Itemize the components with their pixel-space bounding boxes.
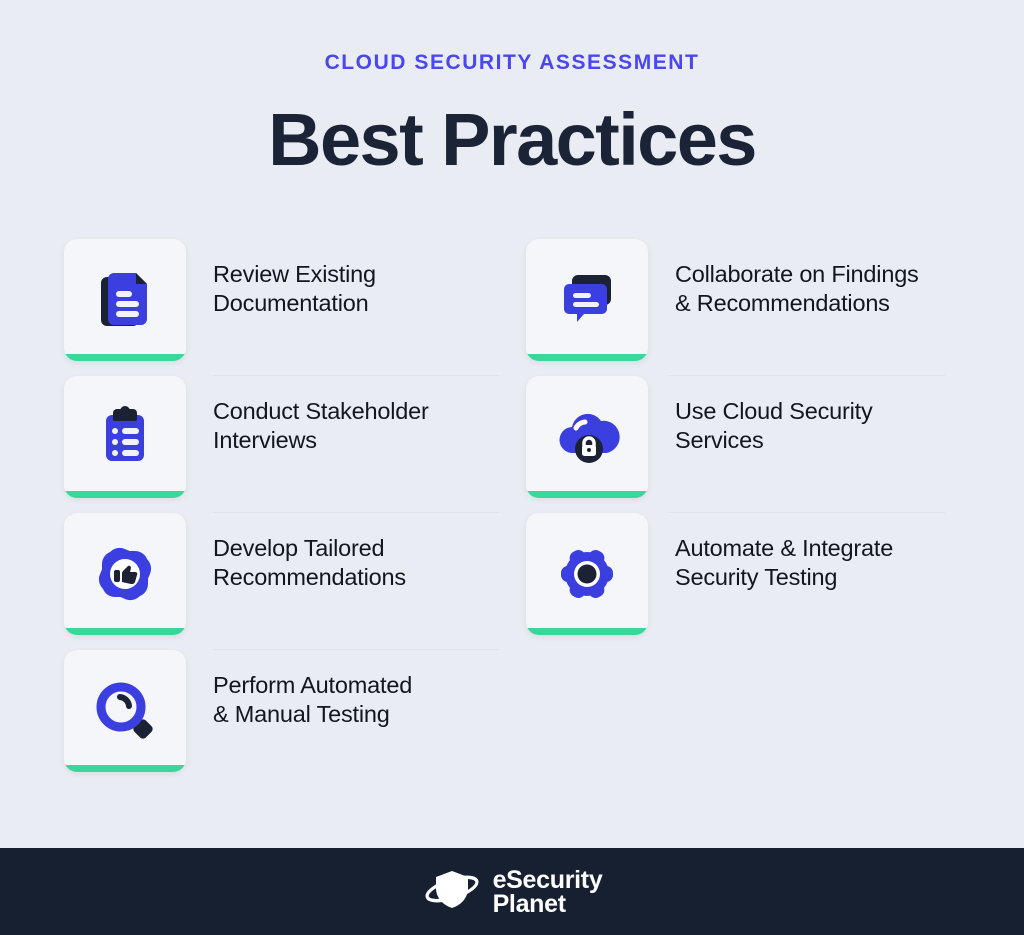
list-item-label-line2: Recommendations xyxy=(213,564,406,590)
icon-card-chat xyxy=(526,239,648,361)
card-accent-bar xyxy=(64,628,186,635)
brand-logo-text: eSecurity Planet xyxy=(492,865,603,918)
cloud-lock-icon xyxy=(551,401,623,473)
list-item-label: Collaborate on Findings & Recommendation… xyxy=(675,239,919,318)
list-item-label: Conduct Stakeholder Interviews xyxy=(213,376,429,455)
brand-logo-line2: Planet xyxy=(492,889,567,918)
chat-bubbles-icon xyxy=(551,264,623,336)
list-item-label-line2: Services xyxy=(675,427,764,453)
list-item: Collaborate on Findings & Recommendation… xyxy=(526,239,960,376)
icon-card-badge xyxy=(64,513,186,635)
badge-thumbs-up-icon xyxy=(89,538,161,610)
icon-card-documents xyxy=(64,239,186,361)
list-item: Develop Tailored Recommendations xyxy=(64,513,526,650)
list-item-label-line1: Use Cloud Security xyxy=(675,398,873,424)
list-item: Review Existing Documentation xyxy=(64,239,526,376)
shield-planet-icon xyxy=(422,867,482,916)
list-item-label-line2: Security Testing xyxy=(675,564,838,590)
list-item-label: Use Cloud Security Services xyxy=(675,376,873,455)
list-item-label-line1: Perform Automated xyxy=(213,672,413,698)
list-item-label: Automate & Integrate Security Testing xyxy=(675,513,893,592)
card-accent-bar xyxy=(526,354,648,361)
brand-logo-line1: eSecurity xyxy=(492,865,603,894)
eyebrow-text: CLOUD SECURITY ASSESSMENT xyxy=(324,51,700,74)
header: CLOUD SECURITY ASSESSMENT Best Practices xyxy=(0,0,1024,177)
list-item: Automate & Integrate Security Testing xyxy=(526,513,960,650)
card-accent-bar xyxy=(64,765,186,772)
icon-card-magnifier xyxy=(64,650,186,772)
list-item: Use Cloud Security Services xyxy=(526,376,960,513)
list-item-label-line2: & Recommendations xyxy=(675,290,890,316)
card-accent-bar xyxy=(526,628,648,635)
icon-card-gear xyxy=(526,513,648,635)
left-column: Review Existing Documentation Conduct St… xyxy=(64,239,526,787)
list-item-label-line2: Documentation xyxy=(213,290,369,316)
gear-icon xyxy=(551,538,623,610)
list-item-label-line1: Develop Tailored xyxy=(213,535,385,561)
list-item-label-line2: Interviews xyxy=(213,427,317,453)
documents-icon xyxy=(89,264,161,336)
list-item-label: Perform Automated & Manual Testing xyxy=(213,650,412,729)
list-item-label: Develop Tailored Recommendations xyxy=(213,513,406,592)
magnifier-icon xyxy=(89,675,161,747)
list-item-label-line2: & Manual Testing xyxy=(213,701,390,727)
icon-card-clipboard xyxy=(64,376,186,498)
footer: eSecurity Planet xyxy=(0,848,1024,935)
list-item-label-line1: Review Existing xyxy=(213,261,376,287)
page-title: Best Practices xyxy=(268,98,757,181)
icon-card-cloud-lock xyxy=(526,376,648,498)
card-accent-bar xyxy=(64,491,186,498)
brand-logo: eSecurity Planet xyxy=(422,867,603,916)
list-item-label-line1: Automate & Integrate xyxy=(675,535,894,561)
best-practices-grid: Review Existing Documentation Conduct St… xyxy=(64,239,960,787)
right-column: Collaborate on Findings & Recommendation… xyxy=(526,239,960,787)
list-item-label-line1: Conduct Stakeholder xyxy=(213,398,429,424)
card-accent-bar xyxy=(64,354,186,361)
clipboard-list-icon xyxy=(89,401,161,473)
list-item-label: Review Existing Documentation xyxy=(213,239,376,318)
card-accent-bar xyxy=(526,491,648,498)
list-item-label-line1: Collaborate on Findings xyxy=(675,261,919,287)
infographic-page: CLOUD SECURITY ASSESSMENT Best Practices xyxy=(0,0,1024,935)
list-item: Perform Automated & Manual Testing xyxy=(64,650,526,787)
list-item: Conduct Stakeholder Interviews xyxy=(64,376,526,513)
